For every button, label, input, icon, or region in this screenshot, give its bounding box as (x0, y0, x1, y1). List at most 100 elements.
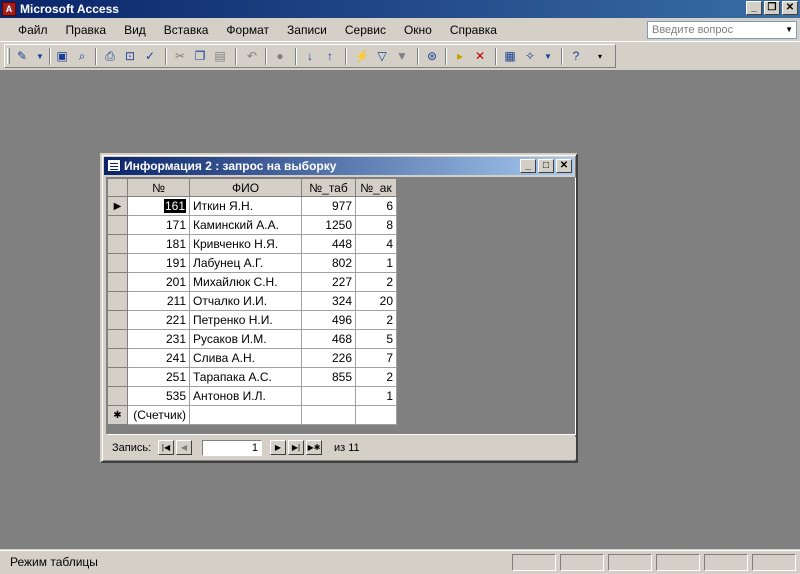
column-header-no[interactable]: № (127, 178, 190, 197)
apply-filter-icon[interactable]: ▼ (393, 48, 411, 65)
view-design-icon[interactable]: ✎ (13, 48, 31, 65)
database-window-icon[interactable]: ▦ (501, 48, 519, 65)
new-record-icon[interactable]: ✱ (107, 405, 128, 425)
filter-by-form-icon[interactable]: ▽ (373, 48, 391, 65)
sort-ascending-icon[interactable]: ↓ (301, 48, 319, 65)
cell-fio[interactable]: Михайлюк С.Н. (189, 272, 302, 292)
select-all-corner[interactable] (107, 178, 128, 197)
view-dropdown-icon[interactable]: ▼ (31, 48, 49, 65)
cell-ak[interactable]: 1 (355, 253, 397, 273)
new-object-dropdown-icon[interactable]: ▼ (539, 48, 557, 65)
toolbar-grip[interactable] (7, 48, 10, 64)
cell-fio[interactable]: Слива А.Н. (189, 348, 302, 368)
close-button[interactable]: ✕ (782, 1, 798, 15)
cut-icon[interactable]: ✂ (171, 48, 189, 65)
query-window-title-bar[interactable]: Информация 2 : запрос на выборку _ □ ✕ (104, 157, 574, 175)
cell-ak[interactable]: 5 (355, 329, 397, 349)
cell-ak-new[interactable] (355, 405, 397, 425)
cell-fio[interactable]: Отчалко И.И. (189, 291, 302, 311)
restore-button[interactable]: ❐ (764, 1, 780, 15)
row-selector[interactable] (107, 348, 128, 368)
row-selector[interactable] (107, 386, 128, 406)
record-number-input[interactable]: 1 (202, 440, 262, 456)
row-selector[interactable] (107, 310, 128, 330)
cell-no[interactable]: 181 (127, 234, 190, 254)
cell-no[interactable]: 231 (127, 329, 190, 349)
access-app-icon[interactable]: A (2, 2, 16, 16)
next-record-icon[interactable]: ▶ (270, 440, 286, 455)
query-icon[interactable] (107, 159, 121, 172)
column-header-fio[interactable]: ФИО (189, 178, 302, 197)
cell-ak[interactable]: 4 (355, 234, 397, 254)
undo-icon[interactable]: ↶ (243, 48, 261, 65)
cell-fio[interactable]: Кривченко Н.Я. (189, 234, 302, 254)
cell-fio[interactable]: Лабунец А.Г. (189, 253, 302, 273)
first-record-icon[interactable]: |◀ (158, 440, 174, 455)
cell-no-new[interactable]: (Счетчик) (127, 405, 190, 425)
cell-tab[interactable]: 227 (301, 272, 356, 292)
cell-tab[interactable]: 977 (301, 196, 356, 216)
save-icon[interactable]: ▣ (53, 48, 71, 65)
cell-ak[interactable]: 2 (355, 310, 397, 330)
print-icon[interactable]: ⎙ (101, 48, 119, 65)
cell-ak[interactable]: 7 (355, 348, 397, 368)
help-icon[interactable]: ? (567, 48, 585, 65)
spelling-icon[interactable]: ✓ (141, 48, 159, 65)
cell-fio[interactable]: Тарапака А.С. (189, 367, 302, 387)
cell-tab[interactable]: 496 (301, 310, 356, 330)
row-selector[interactable] (107, 329, 128, 349)
cell-tab[interactable]: 324 (301, 291, 356, 311)
query-close-button[interactable]: ✕ (556, 159, 572, 173)
delete-record-icon[interactable]: ✕ (471, 48, 489, 65)
row-selector[interactable] (107, 253, 128, 273)
cell-ak[interactable]: 1 (355, 386, 397, 406)
cell-no[interactable]: 161 (127, 196, 190, 216)
row-selector[interactable] (107, 215, 128, 235)
cell-no[interactable]: 201 (127, 272, 190, 292)
menu-insert[interactable]: Вставка (154, 23, 217, 37)
new-record-nav-icon[interactable]: ▶✱ (306, 440, 322, 455)
minimize-button[interactable]: _ (746, 1, 762, 15)
menu-records[interactable]: Записи (277, 23, 335, 37)
menu-window[interactable]: Окно (394, 23, 440, 37)
row-selector[interactable] (107, 367, 128, 387)
menu-help[interactable]: Справка (440, 23, 505, 37)
ask-question-input[interactable]: Введите вопрос ▼ (647, 21, 797, 39)
cell-fio-new[interactable] (189, 405, 302, 425)
cell-no[interactable]: 211 (127, 291, 190, 311)
paste-icon[interactable]: ▤ (211, 48, 229, 65)
cell-tab[interactable] (301, 386, 356, 406)
row-selector[interactable] (107, 234, 128, 254)
menu-view[interactable]: Вид (114, 23, 154, 37)
cell-ak[interactable]: 20 (355, 291, 397, 311)
column-header-ak[interactable]: №_ак (355, 178, 397, 197)
cell-no[interactable]: 535 (127, 386, 190, 406)
new-object-icon[interactable]: ✧ (521, 48, 539, 65)
insert-object-icon[interactable]: ● (271, 48, 289, 65)
menu-format[interactable]: Формат (216, 23, 277, 37)
current-record-marker-icon[interactable]: ▶ (107, 196, 128, 216)
new-record-icon[interactable]: ▸ (451, 48, 469, 65)
print-preview-icon[interactable]: ⊡ (121, 48, 139, 65)
cell-fio[interactable]: Иткин Я.Н. (189, 196, 302, 216)
cell-no[interactable]: 171 (127, 215, 190, 235)
filter-by-selection-icon[interactable]: ⚡ (353, 48, 371, 65)
cell-ak[interactable]: 2 (355, 367, 397, 387)
cell-ak[interactable]: 6 (355, 196, 397, 216)
cell-no[interactable]: 191 (127, 253, 190, 273)
row-selector[interactable] (107, 291, 128, 311)
cell-fio[interactable]: Каминский А.А. (189, 215, 302, 235)
menu-file[interactable]: Файл (8, 23, 56, 37)
cell-tab-new[interactable] (301, 405, 356, 425)
cell-no[interactable]: 251 (127, 367, 190, 387)
column-header-tab[interactable]: №_таб (301, 178, 356, 197)
cell-ak[interactable]: 8 (355, 215, 397, 235)
prev-record-icon[interactable]: ◀ (176, 440, 192, 455)
last-record-icon[interactable]: ▶| (288, 440, 304, 455)
query-maximize-button[interactable]: □ (538, 159, 554, 173)
query-minimize-button[interactable]: _ (520, 159, 536, 173)
cell-tab[interactable]: 226 (301, 348, 356, 368)
cell-fio[interactable]: Русаков И.М. (189, 329, 302, 349)
copy-icon[interactable]: ❐ (191, 48, 209, 65)
find-icon[interactable]: ⊛ (423, 48, 441, 65)
